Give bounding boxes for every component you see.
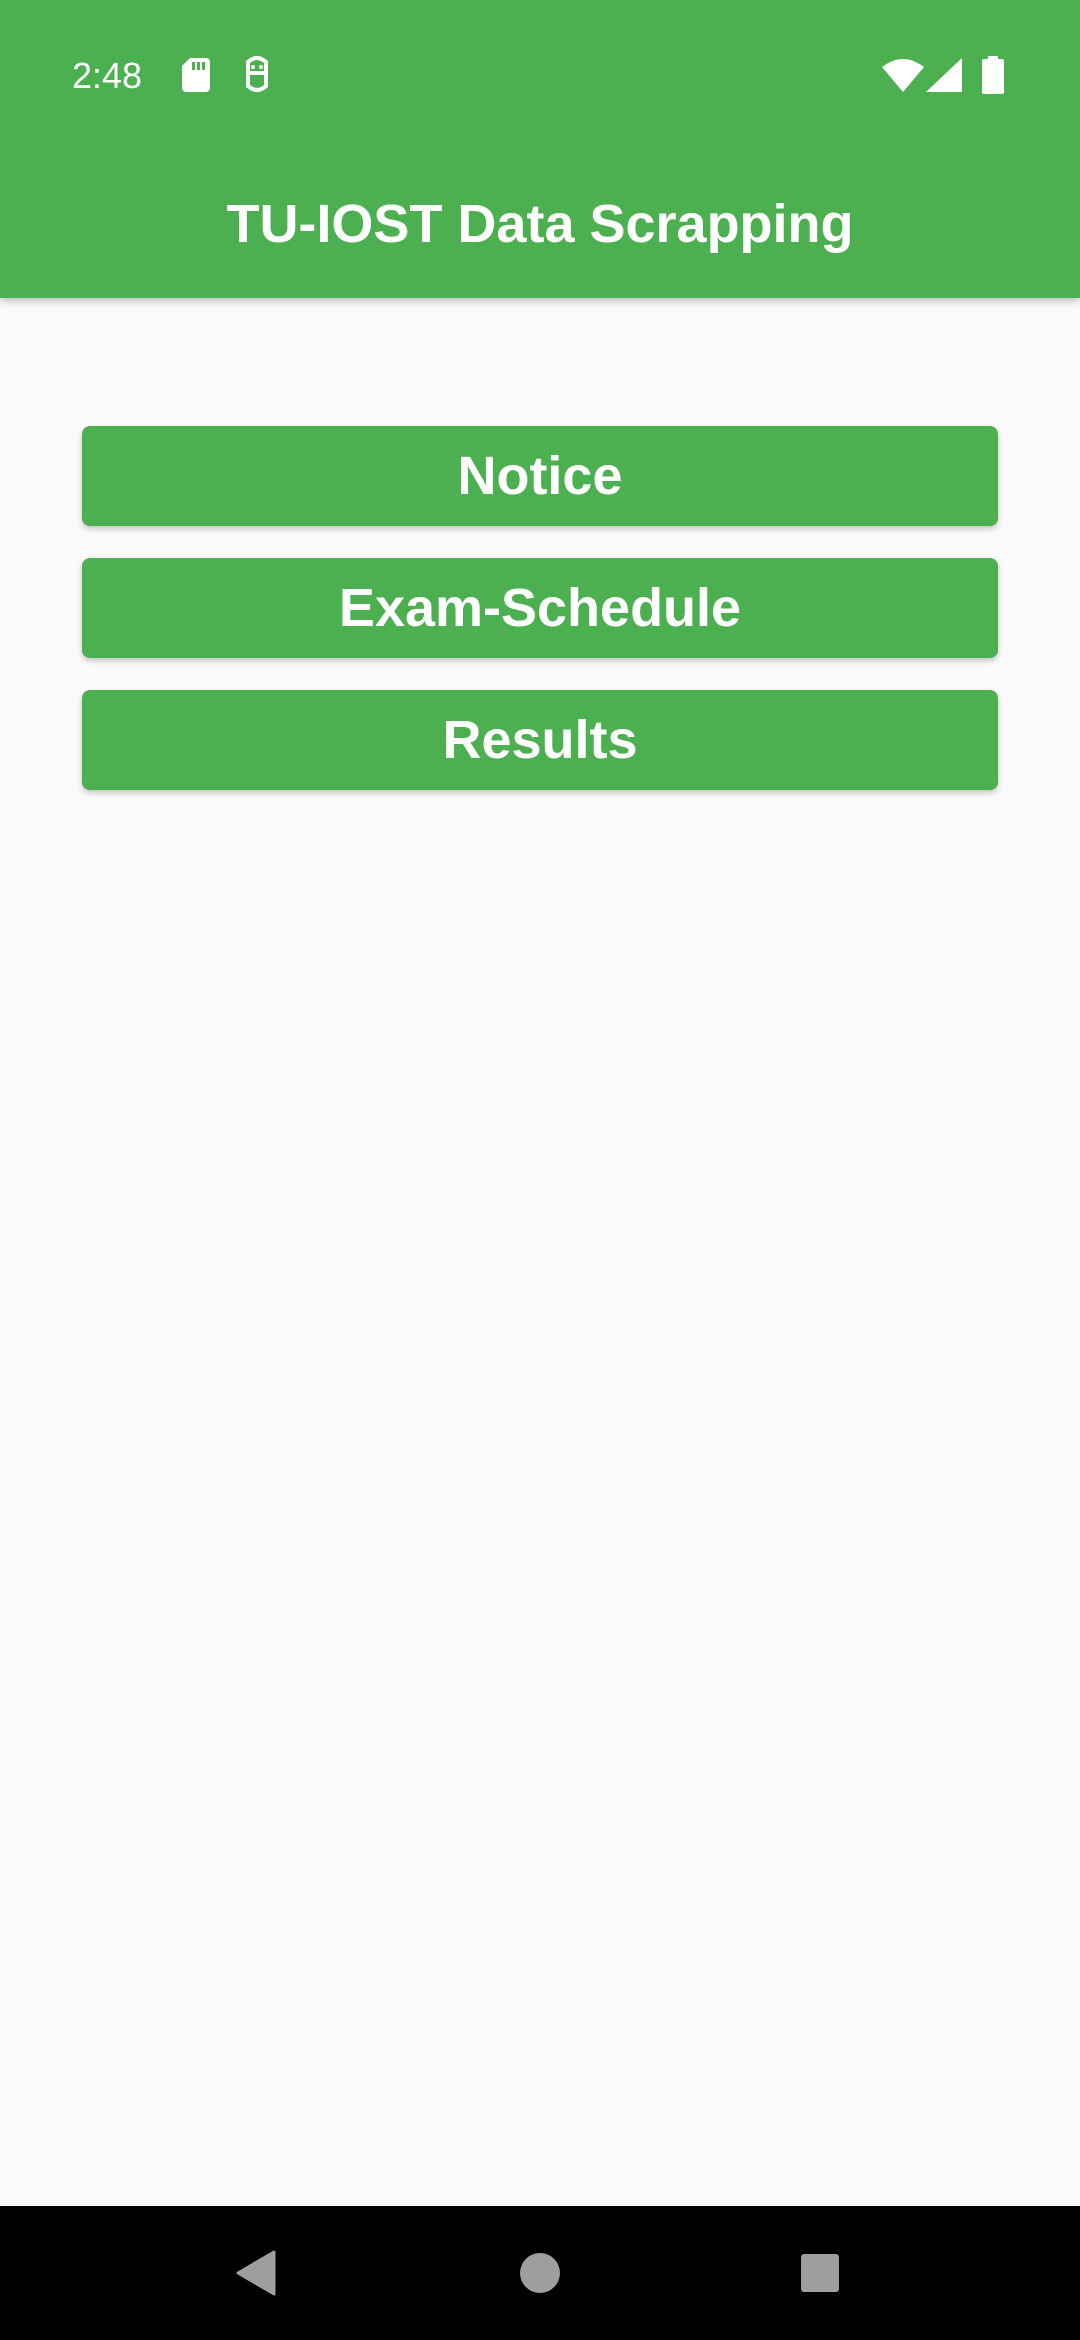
home-button[interactable] — [470, 2206, 610, 2340]
sd-card-icon — [182, 58, 210, 92]
app-title: TU-IOST Data Scrapping — [226, 194, 854, 254]
main-content: Notice Exam-Schedule Results — [0, 298, 1080, 2206]
recents-button[interactable] — [750, 2206, 890, 2340]
top-app-bar: 2:48 TU-IOST Data Scrapping — [0, 0, 1080, 298]
home-icon — [520, 2253, 560, 2293]
app-screen: 2:48 TU-IOST Data Scrapping Notice Exam-… — [0, 0, 1080, 2340]
sim-toolkit-icon — [246, 56, 268, 92]
back-icon — [236, 2250, 276, 2296]
wifi-icon — [882, 59, 924, 92]
recents-icon — [801, 2254, 839, 2292]
exam-schedule-button[interactable]: Exam-Schedule — [82, 558, 998, 658]
battery-icon — [982, 56, 1004, 94]
status-time: 2:48 — [72, 55, 143, 96]
system-navigation-bar — [0, 2206, 1080, 2340]
results-button[interactable]: Results — [82, 690, 998, 790]
status-bar: 2:48 — [0, 0, 1080, 150]
cellular-signal-icon — [926, 58, 962, 92]
back-button[interactable] — [186, 2206, 326, 2340]
notice-button[interactable]: Notice — [82, 426, 998, 526]
